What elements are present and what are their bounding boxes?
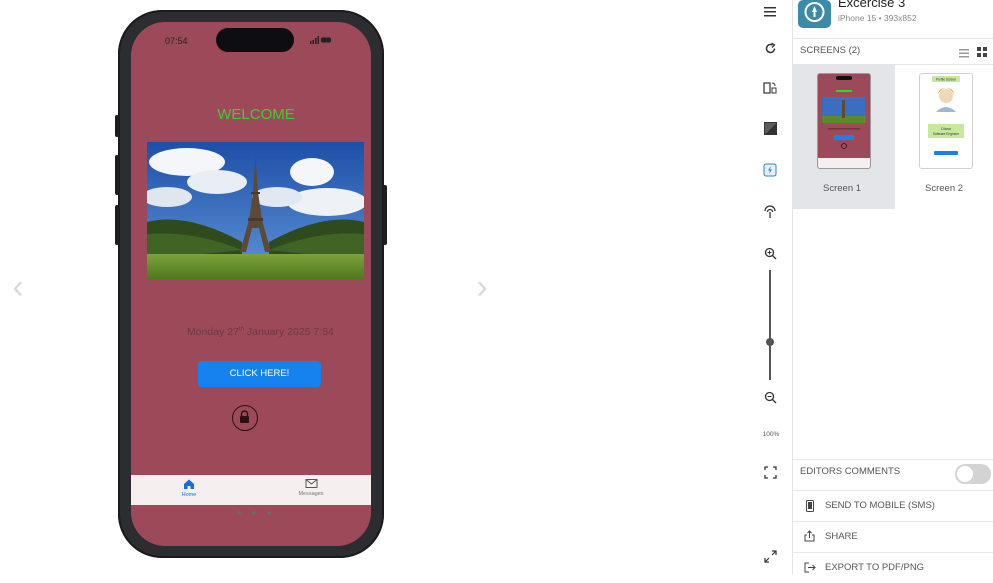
phone-side-button [115, 155, 119, 195]
dynamic-island [216, 28, 294, 52]
mobile-icon [806, 499, 814, 517]
status-time: 07:54 [165, 36, 188, 46]
project-device: iPhone 15 • 393x852 [838, 13, 917, 23]
screen-2-label: Screen 2 [925, 183, 964, 194]
thumb-profile-name: Diana [941, 127, 950, 131]
menu-icon[interactable] [760, 2, 780, 22]
screen-1-thumbnail[interactable] [817, 73, 871, 169]
tab-messages-label: Messages [298, 491, 324, 497]
list-view-icon[interactable] [959, 45, 969, 63]
page-dots [237, 502, 282, 520]
home-icon [184, 479, 194, 489]
screen-2-thumbnail[interactable]: Profile Screen Diana Software Engineer [919, 73, 973, 169]
lock-button[interactable] [232, 405, 258, 431]
page-dot [252, 511, 256, 515]
phone-screen [131, 22, 371, 546]
zoom-slider-track[interactable] [769, 270, 771, 380]
phone-side-button [383, 185, 387, 245]
project-app-icon [798, 0, 831, 28]
carousel-next-button[interactable]: › [472, 270, 492, 304]
rotate-device-icon[interactable] [760, 78, 780, 98]
signal-battery-icon [310, 36, 331, 44]
tab-home-label: Home [181, 492, 197, 498]
share-icon [804, 529, 815, 547]
zoom-slider-handle[interactable] [766, 338, 774, 346]
toggle-knob [957, 466, 973, 482]
page-dot [267, 511, 271, 515]
export-label[interactable]: EXPORT TO PDF/PNG [825, 562, 924, 573]
screens-count: SCREENS (2) [800, 45, 861, 56]
tab-home[interactable]: Home [169, 475, 209, 505]
broadcast-icon[interactable] [760, 202, 780, 222]
zoom-out-icon[interactable] [760, 387, 780, 407]
click-here-button[interactable]: CLICK HERE! [198, 361, 321, 387]
tab-messages[interactable]: Messages [291, 475, 331, 505]
export-icon [804, 560, 816, 578]
expand-icon[interactable] [760, 546, 780, 566]
phone-side-button [115, 205, 119, 245]
flash-icon[interactable] [760, 160, 780, 180]
welcome-heading: WELCOME [217, 106, 295, 123]
tab-bar: Home Messages [131, 475, 371, 505]
share-label[interactable]: SHARE [825, 531, 858, 542]
lock-icon [240, 410, 249, 423]
thumb-profile-header: Profile Screen [936, 78, 956, 82]
thumb-profile-role: Software Engineer [933, 132, 960, 136]
share-row[interactable] [793, 521, 993, 552]
contrast-icon[interactable] [760, 118, 780, 138]
date-text: Monday 27th January 2025 7:54 [187, 326, 334, 338]
editors-comments-label: EDITORS COMMENTS [800, 466, 901, 477]
grid-view-icon[interactable] [977, 44, 987, 62]
fullscreen-icon[interactable] [760, 462, 780, 482]
page-dot [237, 511, 241, 515]
carousel-prev-button[interactable]: ‹ [8, 270, 28, 304]
eiffel-tower-image [147, 142, 364, 279]
zoom-level: 100% [762, 431, 780, 438]
screen-1-label: Screen 1 [823, 183, 862, 194]
envelope-icon [305, 479, 317, 488]
zoom-in-icon[interactable] [760, 243, 780, 263]
project-name: Excercise 3 [838, 0, 906, 10]
status-icons [310, 36, 332, 46]
phone-side-button [115, 115, 119, 137]
send-to-mobile-label[interactable]: SEND TO MOBILE (SMS) [825, 500, 935, 511]
refresh-icon[interactable] [760, 38, 780, 58]
